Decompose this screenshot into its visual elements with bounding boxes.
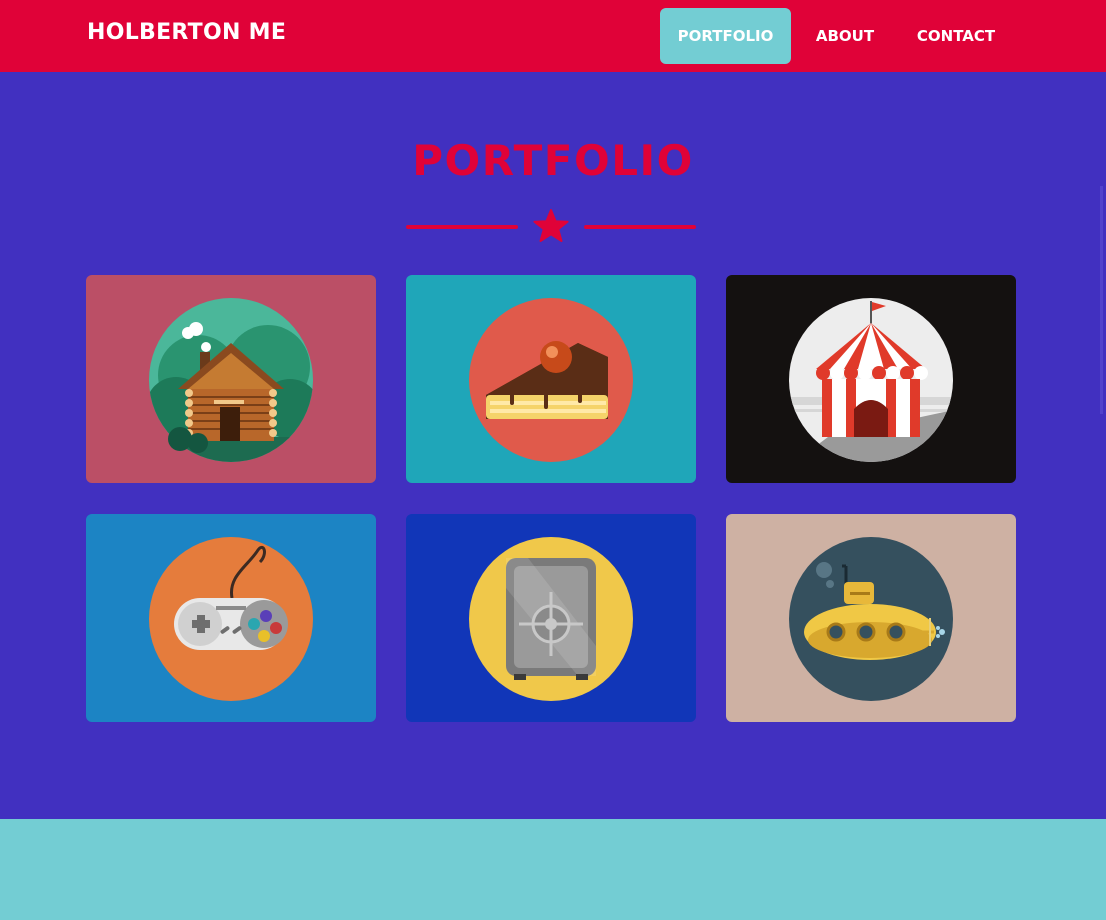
game-controller-icon: [149, 537, 313, 701]
log-cabin-icon: [149, 298, 313, 462]
portfolio-heading: PORTFOLIO: [412, 136, 694, 185]
nav-link-contact[interactable]: CONTACT: [903, 8, 1009, 64]
portfolio-item-cake[interactable]: [406, 275, 696, 483]
heading-divider-left: [406, 225, 518, 229]
brand-logo-link[interactable]: HOLBERTON ME: [87, 20, 286, 45]
portfolio-item-circus[interactable]: [726, 275, 1016, 483]
portfolio-item-cabin[interactable]: [86, 275, 376, 483]
nav-link-portfolio[interactable]: PORTFOLIO: [660, 8, 791, 64]
submarine-icon: [789, 537, 953, 701]
about-section: [0, 819, 1106, 920]
portfolio-item-controller[interactable]: [86, 514, 376, 722]
nav-link-about[interactable]: ABOUT: [803, 8, 887, 64]
top-navbar: HOLBERTON ME PORTFOLIO ABOUT CONTACT: [0, 0, 1106, 72]
circus-tent-icon: [789, 298, 953, 462]
star-icon: [533, 209, 569, 242]
portfolio-item-submarine[interactable]: [726, 514, 1016, 722]
heading-divider-right: [584, 225, 696, 229]
safe-icon: [469, 537, 633, 701]
portfolio-item-safe[interactable]: [406, 514, 696, 722]
cake-slice-icon: [469, 298, 633, 462]
page-scrollbar[interactable]: [1100, 186, 1103, 414]
